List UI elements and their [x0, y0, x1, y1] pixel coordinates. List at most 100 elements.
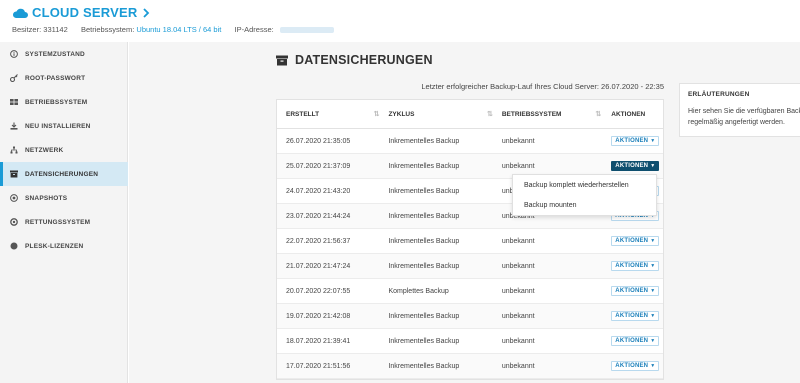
menu-item-mount[interactable]: Backup mounten [513, 195, 656, 215]
os-cell: unbekannt [501, 262, 535, 270]
sidebar-item-label: PLESK-LIZENZEN [25, 242, 84, 250]
cycle-cell: Inkrementelles Backup [388, 262, 460, 270]
lifebuoy-icon [10, 218, 18, 226]
caret-down-icon: ▼ [650, 363, 656, 369]
table-header: ERSTELLT ⇅ ZYKLUS ⇅ BETRIEBSSYSTEM ⇅ AKT… [277, 100, 663, 129]
sidebar-item-neu-installieren[interactable]: NEU INSTALLIEREN [0, 114, 128, 138]
caret-down-icon: ▼ [650, 313, 656, 319]
sidebar-item-datensicherungen[interactable]: DATENSICHERUNGEN [0, 162, 128, 186]
created-cell: 22.07.2020 21:56:37 [286, 237, 351, 245]
server-title: CLOUD SERVER [32, 5, 138, 20]
created-cell: 20.07.2020 22:07:55 [286, 287, 351, 295]
sidebar-item-snapshots[interactable]: SNAPSHOTS [0, 186, 128, 210]
cycle-cell: Inkrementelles Backup [388, 362, 460, 370]
column-header-zyklus[interactable]: ZYKLUS ⇅ [383, 100, 496, 129]
network-icon [10, 146, 18, 154]
sidebar-item-label: ROOT-PASSWORT [25, 74, 86, 82]
os-value[interactable]: Ubuntu 18.04 LTS / 64 bit [136, 25, 221, 34]
created-cell: 21.07.2020 21:47:24 [286, 262, 351, 270]
caret-down-icon: ▼ [650, 138, 656, 144]
os-cell: unbekannt [501, 237, 535, 245]
created-cell: 23.07.2020 21:44:24 [286, 212, 351, 220]
os-cell: unbekannt [501, 287, 535, 295]
actions-button[interactable]: AKTIONEN▼ [611, 261, 660, 271]
created-cell: 26.07.2020 21:35:05 [286, 137, 351, 145]
actions-button[interactable]: AKTIONEN▼ [611, 236, 660, 246]
caret-down-icon: ▼ [650, 338, 656, 344]
actions-button-open[interactable]: AKTIONEN ▼ [611, 161, 660, 171]
sidebar-item-systemzustand[interactable]: SYSTEMZUSTAND [0, 42, 128, 66]
actions-button[interactable]: AKTIONEN▼ [611, 286, 660, 296]
actions-button[interactable]: AKTIONEN▼ [611, 136, 660, 146]
sidebar-item-label: RETTUNGSSYSTEM [25, 218, 91, 226]
caret-down-icon: ▼ [650, 163, 656, 169]
os-cell: unbekannt [501, 337, 535, 345]
actions-button[interactable]: AKTIONEN▼ [611, 361, 660, 371]
table-row: 26.07.2020 21:35:05 Inkrementelles Backu… [277, 129, 663, 154]
os-cell: unbekannt [501, 312, 535, 320]
snapshot-icon [10, 194, 18, 202]
menu-item-restore-full[interactable]: Backup komplett wiederherstellen [513, 175, 656, 195]
sidebar-item-label: NEU INSTALLIEREN [25, 122, 91, 130]
sidebar-item-betriebssystem[interactable]: BETRIEBSSYSTEM [0, 90, 128, 114]
os-cell: unbekannt [501, 362, 535, 370]
cycle-cell: Inkrementelles Backup [388, 162, 460, 170]
table-row: 17.07.2020 21:51:56 Inkrementelles Backu… [277, 354, 663, 379]
cycle-cell: Inkrementelles Backup [388, 312, 460, 320]
os-label: Betriebssystem: [80, 25, 135, 34]
archive-icon [10, 170, 18, 178]
actions-button[interactable]: AKTIONEN▼ [611, 336, 660, 346]
info-text: Hier sehen Sie die verfügbaren Backups I… [688, 108, 800, 126]
created-cell: 17.07.2020 21:51:56 [286, 362, 351, 370]
sidebar: SYSTEMZUSTAND ROOT-PASSWORT BETRIEBSSYST… [0, 42, 128, 383]
cycle-cell: Inkrementelles Backup [388, 337, 460, 345]
actions-button[interactable]: AKTIONEN▼ [611, 311, 660, 321]
table-row: 22.07.2020 21:56:37 Inkrementelles Backu… [277, 229, 663, 254]
table-row: 19.07.2020 21:42:08 Inkrementelles Backu… [277, 304, 663, 329]
server-meta: Besitzer: 331142 Betriebssystem: Ubuntu … [12, 25, 334, 34]
sidebar-item-label: DATENSICHERUNGEN [25, 170, 99, 178]
owner-value: 331142 [43, 25, 68, 34]
download-icon [10, 122, 18, 130]
actions-dropdown-menu: Backup komplett wiederherstellen Backup … [512, 174, 657, 216]
page-title: DATENSICHERUNGEN [276, 53, 433, 67]
sidebar-item-rettungssystem[interactable]: RETTUNGSSYSTEM [0, 210, 128, 234]
cloud-icon [12, 8, 28, 18]
sidebar-item-netzwerk[interactable]: NETZWERK [0, 138, 128, 162]
table-row: 18.07.2020 21:39:41 Inkrementelles Backu… [277, 329, 663, 354]
sidebar-item-label: SNAPSHOTS [25, 194, 68, 202]
ip-value-redacted [279, 27, 334, 34]
table-row: 21.07.2020 21:47:24 Inkrementelles Backu… [277, 254, 663, 279]
sidebar-item-label: SYSTEMZUSTAND [25, 50, 85, 58]
sidebar-item-root-passwort[interactable]: ROOT-PASSWORT [0, 66, 128, 90]
sort-icon[interactable]: ⇅ [487, 110, 493, 118]
owner-label: Besitzer: [12, 25, 42, 34]
created-cell: 25.07.2020 21:37:09 [286, 162, 351, 170]
column-header-betriebssystem[interactable]: BETRIEBSSYSTEM ⇅ [497, 100, 605, 129]
cycle-cell: Inkrementelles Backup [388, 187, 460, 195]
page-title-text: DATENSICHERUNGEN [295, 53, 433, 67]
cycle-cell: Inkrementelles Backup [388, 212, 460, 220]
info-panel: ERLÄUTERUNGEN Hier sehen Sie die verfügb… [679, 83, 800, 137]
bricks-icon [10, 98, 18, 106]
server-header: CLOUD SERVER Besitzer: 331142 Betriebssy… [0, 0, 800, 42]
sidebar-item-label: NETZWERK [25, 146, 64, 154]
key-icon [10, 74, 18, 82]
created-cell: 18.07.2020 21:39:41 [286, 337, 351, 345]
created-cell: 24.07.2020 21:43:20 [286, 187, 351, 195]
ip-label: IP-Adresse: [234, 25, 274, 34]
caret-down-icon: ▼ [650, 263, 656, 269]
info-icon [10, 50, 18, 58]
server-title-row: CLOUD SERVER [12, 5, 150, 20]
sort-desc-icon[interactable]: ⇅ [374, 110, 380, 118]
cycle-cell: Inkrementelles Backup [388, 137, 460, 145]
cycle-cell: Inkrementelles Backup [388, 237, 460, 245]
column-header-aktionen: AKTIONEN [611, 110, 646, 118]
sort-icon[interactable]: ⇅ [595, 110, 601, 118]
sidebar-item-plesk-lizenzen[interactable]: PLESK-LIZENZEN [0, 234, 128, 258]
table-row: 20.07.2020 22:07:55 Komplettes Backup un… [277, 279, 663, 304]
column-header-erstellt[interactable]: ERSTELLT ⇅ [277, 100, 383, 129]
archive-icon [276, 55, 288, 65]
caret-down-icon: ▼ [650, 288, 656, 294]
chevron-right-icon[interactable] [142, 7, 150, 18]
